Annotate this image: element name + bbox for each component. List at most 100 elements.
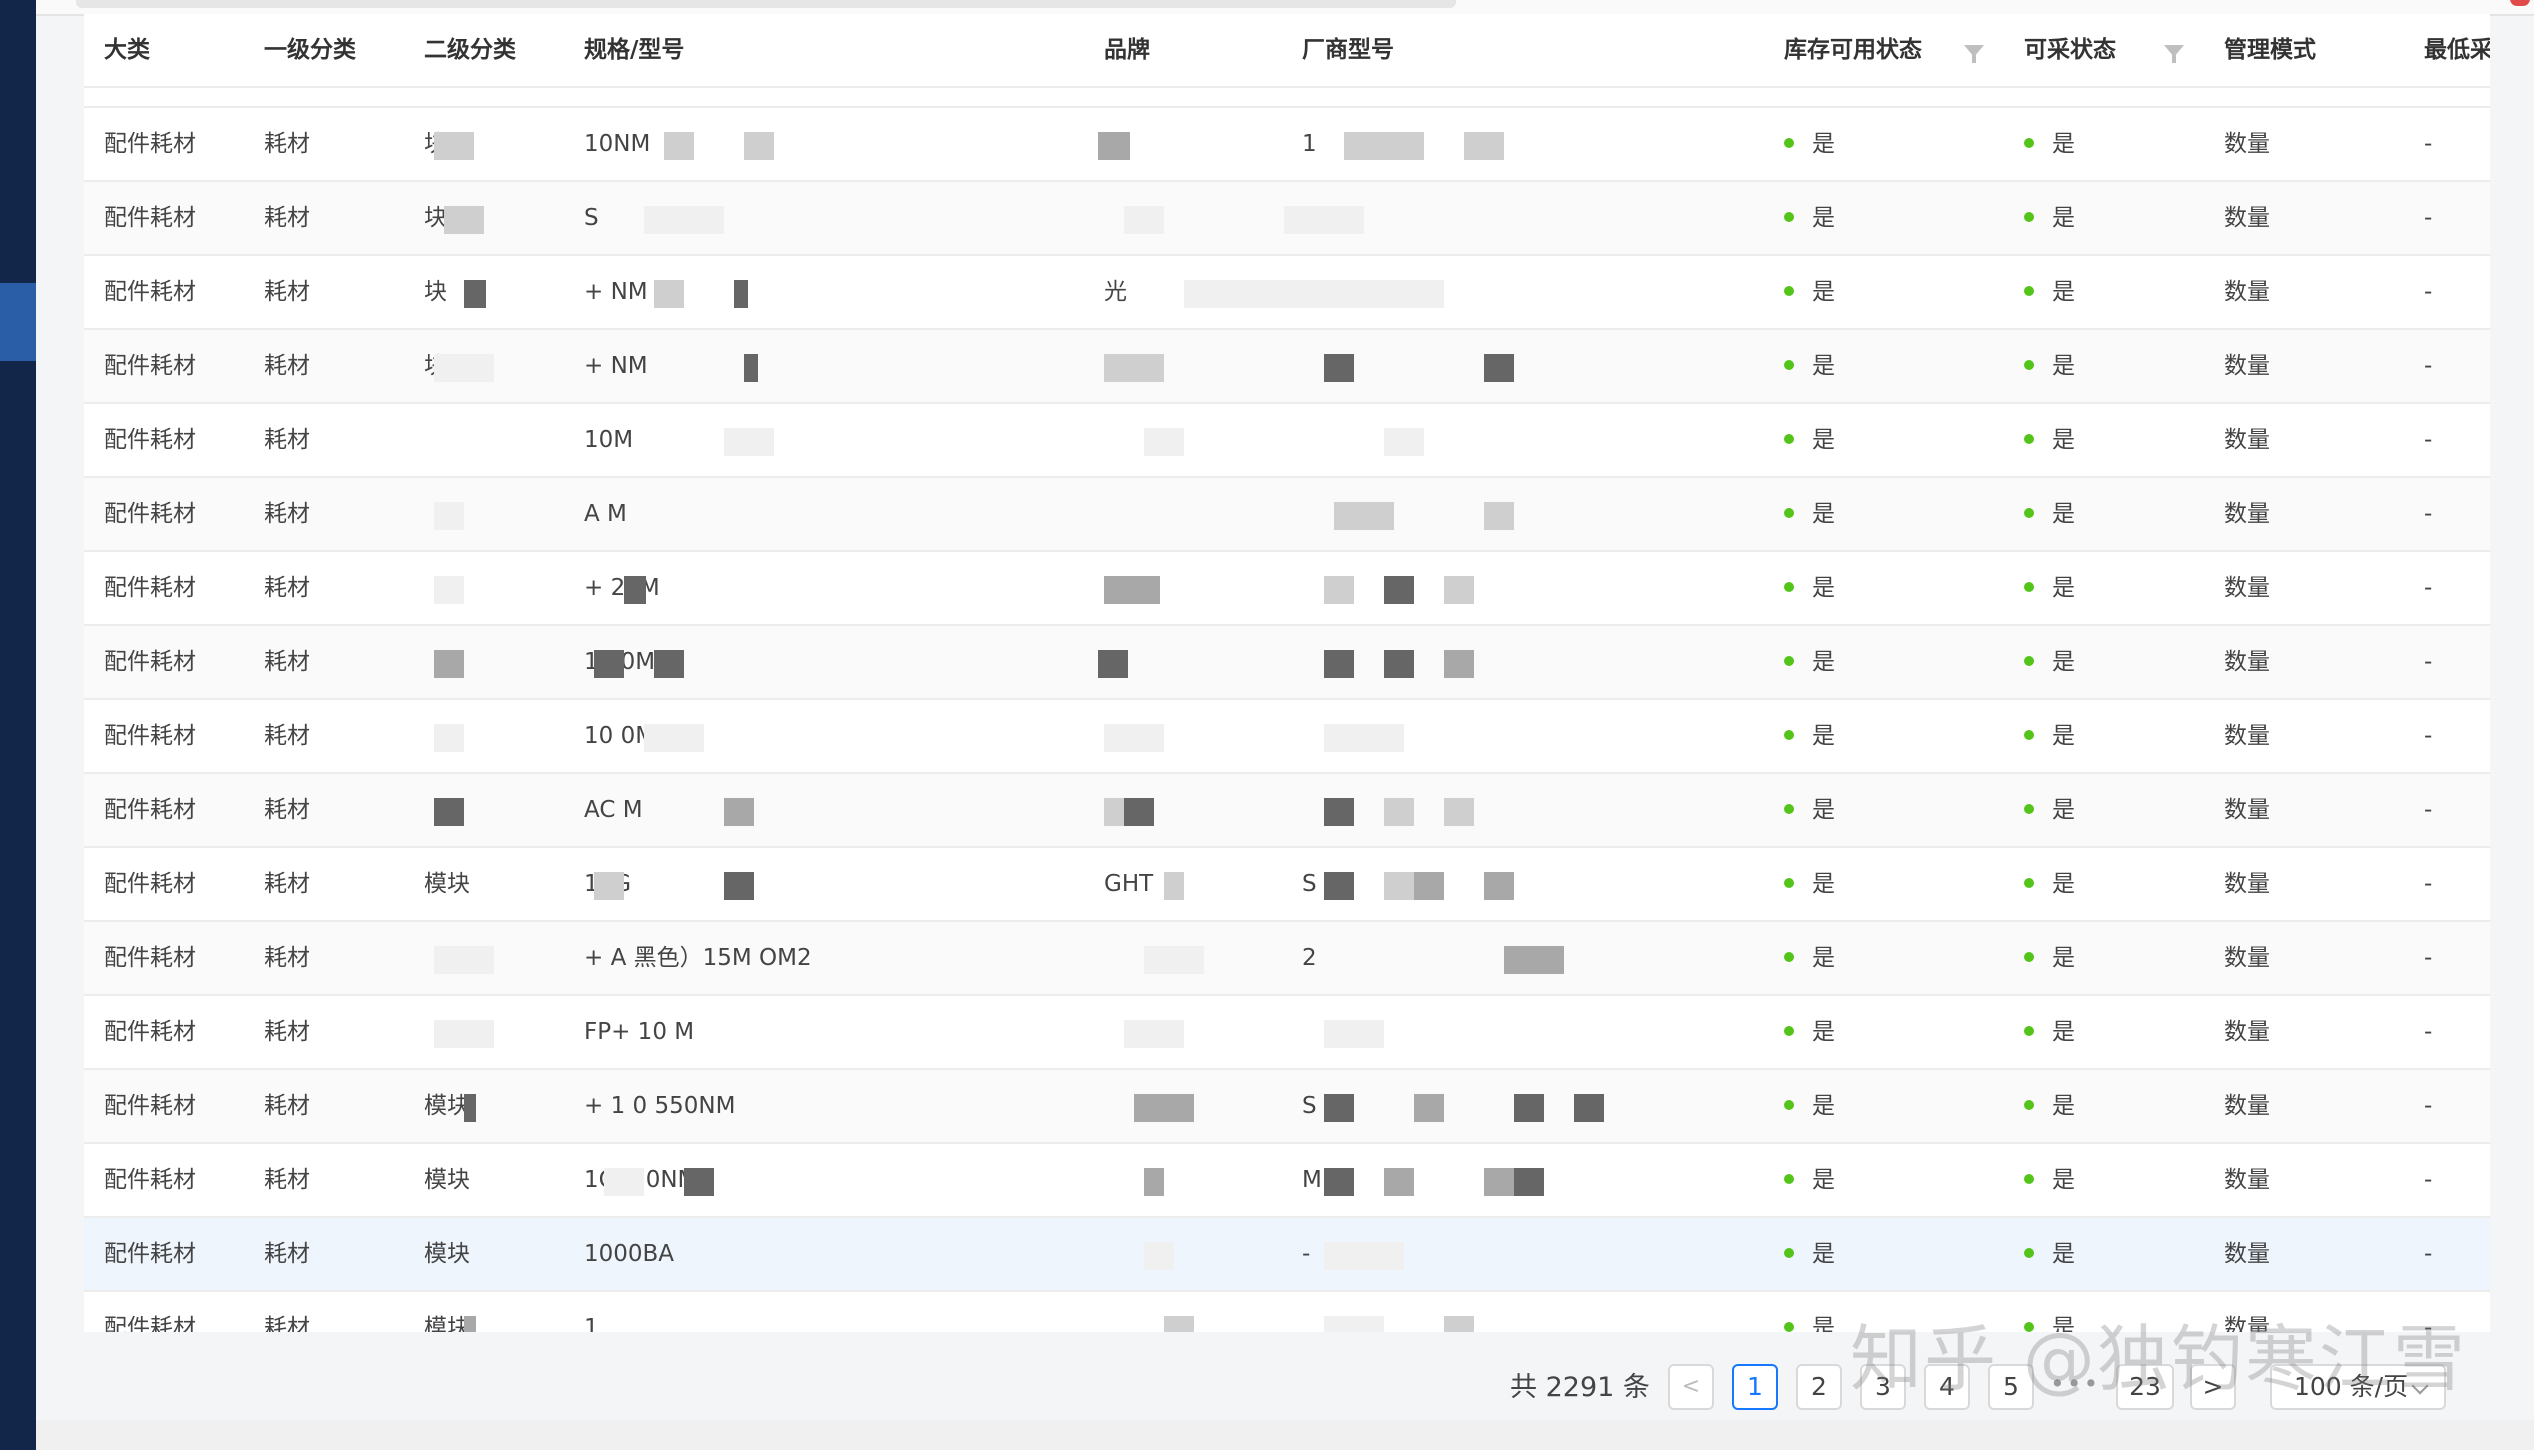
cell-level1: 耗材 <box>264 427 310 453</box>
redacted-block <box>1464 132 1504 160</box>
cell-purchase-status: 是 <box>2024 552 2075 624</box>
table-row[interactable]: 配件耗材 耗材 AC M 是 是 数量 - <box>84 774 2490 848</box>
column-header-level1[interactable]: 一级分类 <box>264 14 356 86</box>
table-row[interactable]: 配件耗材 耗材 + A 黑色）15M OM2 2 是 是 数量 - <box>84 922 2490 996</box>
cell-stock-status: 是 <box>1784 256 1835 328</box>
prev-page-button[interactable]: < <box>1668 1364 1714 1410</box>
cell-manage-mode: 数量 <box>2224 131 2270 157</box>
redacted-block <box>434 798 464 826</box>
total-count: 共 2291 条 <box>1510 1372 1650 1403</box>
redacted-block <box>1104 354 1164 382</box>
page-button-2[interactable]: 2 <box>1796 1364 1842 1410</box>
stock-status-text: 是 <box>1812 1315 1835 1332</box>
cell-stock-status: 是 <box>1784 1070 1835 1142</box>
cell-vendor-model: M <box>1302 1167 1322 1193</box>
cell-stock-status: 是 <box>1784 1292 1835 1332</box>
redacted-block <box>1324 1168 1354 1196</box>
column-header-purchase-status[interactable]: 可采状态 <box>2024 14 2116 86</box>
redacted-block <box>1324 1242 1404 1270</box>
status-dot-icon <box>1784 951 1794 962</box>
cell-min-purchase: - <box>2424 649 2433 675</box>
stock-status-text: 是 <box>1812 1167 1835 1193</box>
cell-purchase-status: 是 <box>2024 108 2075 180</box>
redacted-block <box>1514 1168 1544 1196</box>
redacted-block <box>464 1316 476 1332</box>
cell-category: 配件耗材 <box>104 501 196 527</box>
redacted-block <box>1444 1316 1474 1332</box>
status-dot-icon <box>2024 655 2034 666</box>
table-row[interactable]: 配件耗材 耗材 模块 1000BA - 是 是 数量 - <box>84 1218 2490 1292</box>
table-row[interactable]: 配件耗材 耗材 + 20M 是 是 数量 - <box>84 552 2490 626</box>
top-scrollbar[interactable] <box>76 0 1456 8</box>
cell-category: 配件耗材 <box>104 945 196 971</box>
table-row[interactable]: 配件耗材 耗材 10M 是 是 数量 - <box>84 404 2490 478</box>
cell-manage-mode: 数量 <box>2224 427 2270 453</box>
cell-level1: 耗材 <box>264 1241 310 1267</box>
table-row[interactable]: 配件耗材 耗材 块 + NM 光 是 是 数量 - <box>84 256 2490 330</box>
cell-manage-mode: 数量 <box>2224 723 2270 749</box>
cell-manage-mode: 数量 <box>2224 1019 2270 1045</box>
data-table: 大类 一级分类 二级分类 规格/型号 品牌 厂商型号 库存可用状态 可采状态 管… <box>84 14 2490 1332</box>
cell-stock-status: 是 <box>1784 404 1835 476</box>
cell-spec: A M <box>584 501 627 527</box>
redacted-block <box>1334 502 1394 530</box>
cell-vendor-model: - <box>1302 1241 1311 1267</box>
cell-level1: 耗材 <box>264 723 310 749</box>
redacted-block <box>1324 1094 1354 1122</box>
cell-level1: 耗材 <box>264 1093 310 1119</box>
table-body: 配件耗材耗材块10NM1是是数量-配件耗材耗材块S是是数量-配件耗材耗材块+ N… <box>84 108 2490 1332</box>
column-header-brand[interactable]: 品牌 <box>1104 14 1150 86</box>
cell-manage-mode: 数量 <box>2224 797 2270 823</box>
cell-category: 配件耗材 <box>104 1167 196 1193</box>
cell-level2: 模块 <box>424 871 470 897</box>
cell-category: 配件耗材 <box>104 1315 196 1332</box>
page-button-1[interactable]: 1 <box>1732 1364 1778 1410</box>
column-header-category[interactable]: 大类 <box>104 14 150 86</box>
cell-stock-status: 是 <box>1784 1218 1835 1290</box>
redacted-block <box>594 872 624 900</box>
cell-category: 配件耗材 <box>104 1093 196 1119</box>
cell-spec: S <box>584 205 599 231</box>
column-header-vendor-model[interactable]: 厂商型号 <box>1302 14 1394 86</box>
column-header-spec[interactable]: 规格/型号 <box>584 14 684 86</box>
stock-status-text: 是 <box>1812 871 1835 897</box>
cell-level1: 耗材 <box>264 1315 310 1332</box>
sidebar-active-item[interactable] <box>0 283 36 361</box>
stock-filter-icon[interactable] <box>1964 45 1984 63</box>
table-row[interactable]: 配件耗材耗材块10NM1是是数量- <box>84 108 2490 182</box>
horizontal-scrollbar[interactable] <box>36 1420 2534 1450</box>
table-row[interactable]: 配件耗材耗材模块1G 1 0NMM是是数量- <box>84 1144 2490 1218</box>
table-row[interactable]: 配件耗材 耗材块 S 是是数量 - <box>84 182 2490 256</box>
column-header-level2[interactable]: 二级分类 <box>424 14 516 86</box>
redacted-block <box>1184 280 1444 308</box>
redacted-block <box>1124 206 1164 234</box>
redacted-block <box>1284 206 1364 234</box>
status-dot-icon <box>2024 433 2034 444</box>
column-header-stock-status[interactable]: 库存可用状态 <box>1784 14 1922 86</box>
cell-level1: 耗材 <box>264 1019 310 1045</box>
status-dot-icon <box>1784 1321 1794 1332</box>
redacted-block <box>1574 1094 1604 1122</box>
table-row[interactable]: 配件耗材 耗材 A M 是 是 数量 - <box>84 478 2490 552</box>
redacted-block <box>644 724 704 752</box>
table-row[interactable]: 配件耗材 耗材 模块 + 1 0 550NM S 是是数量 - <box>84 1070 2490 1144</box>
table-row[interactable]: 配件耗材耗材10 0M是是数量- <box>84 626 2490 700</box>
cell-min-purchase: - <box>2424 1167 2433 1193</box>
redacted-block <box>734 280 748 308</box>
redacted-block <box>434 1020 494 1048</box>
column-header-min-purchase[interactable]: 最低采 <box>2424 14 2490 86</box>
table-row[interactable]: 配件耗材耗材10 0M是是数量- <box>84 700 2490 774</box>
cell-manage-mode: 数量 <box>2224 945 2270 971</box>
notification-badge[interactable] <box>2510 0 2530 6</box>
status-dot-icon <box>2024 729 2034 740</box>
table-row[interactable]: 配件耗材 耗材 FP+ 10 M 是 是 数量 - <box>84 996 2490 1070</box>
table-row[interactable]: 配件耗材耗材模块10GGHTS是是数量- <box>84 848 2490 922</box>
status-dot-icon <box>1784 729 1794 740</box>
purchase-filter-icon[interactable] <box>2164 45 2184 63</box>
cell-purchase-status: 是 <box>2024 848 2075 920</box>
table-row[interactable]: 配件耗材耗材块+ NM是是数量- <box>84 330 2490 404</box>
purchase-status-text: 是 <box>2052 427 2075 453</box>
cell-stock-status: 是 <box>1784 552 1835 624</box>
column-header-manage-mode[interactable]: 管理模式 <box>2224 14 2316 86</box>
cell-stock-status: 是 <box>1784 848 1835 920</box>
